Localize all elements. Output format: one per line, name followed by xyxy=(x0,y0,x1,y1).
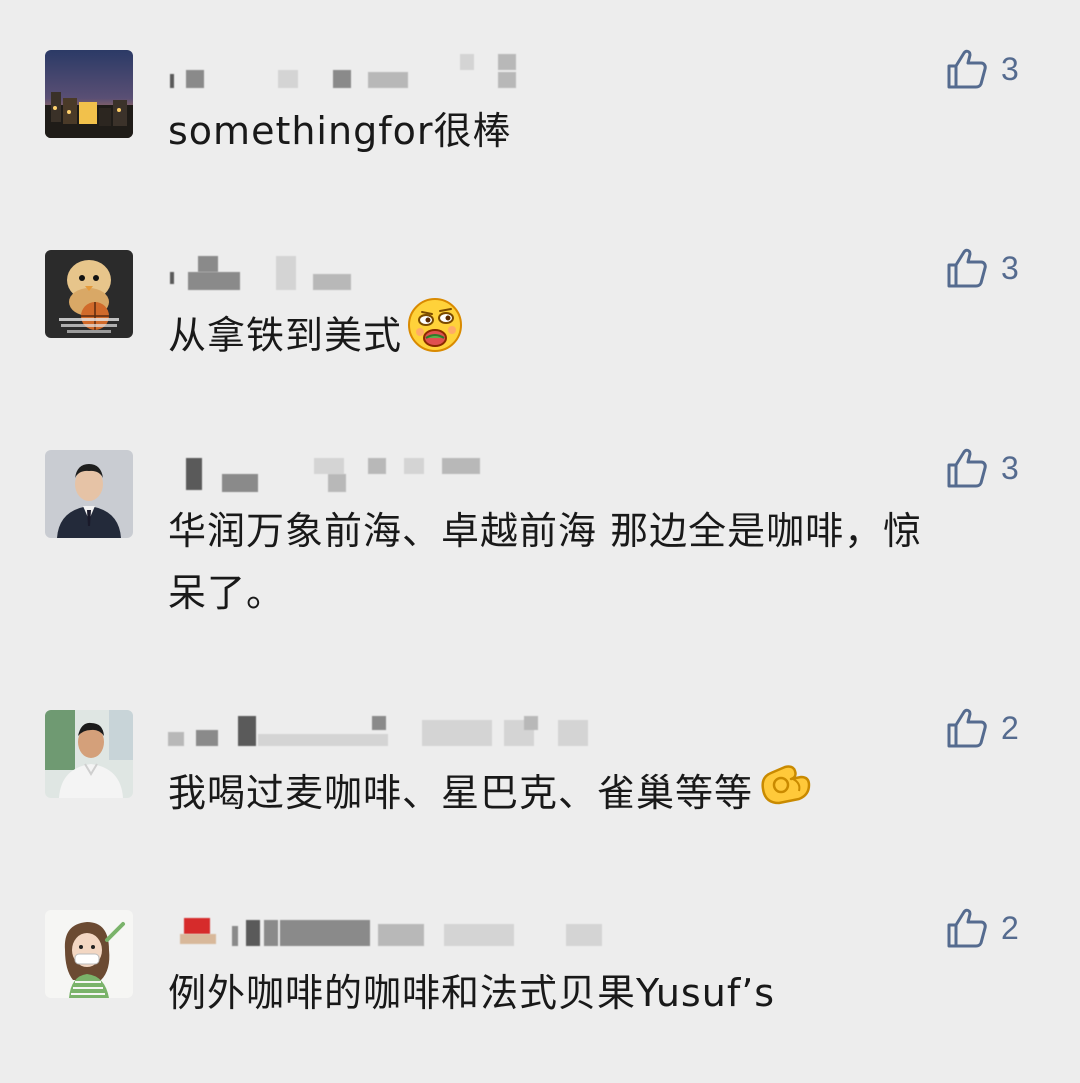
like-count: 2 xyxy=(1001,909,1019,946)
avatar-cartoon-girl-image xyxy=(45,910,133,998)
avatar[interactable] xyxy=(45,450,133,538)
comment-text: somethingfor很棒 xyxy=(168,109,512,153)
like-button[interactable]: 3 xyxy=(945,446,1019,490)
like-button[interactable]: 3 xyxy=(945,47,1019,91)
avatar-man-suit-image xyxy=(45,450,133,538)
comment-text: 例外咖啡的咖啡和法式贝果Yusuf’s xyxy=(168,971,776,1015)
ok-hand-icon xyxy=(761,764,811,804)
comment-text: 我喝过麦咖啡、星巴克、雀巢等等 xyxy=(168,762,968,829)
like-count: 3 xyxy=(1001,50,1019,87)
like-count: 2 xyxy=(1001,709,1019,746)
thumbs-up-icon xyxy=(947,448,987,488)
comment-text: 从拿铁到美式 xyxy=(168,298,968,376)
author-name-redacted xyxy=(168,712,648,758)
thumbs-up-icon xyxy=(947,248,987,288)
like-count: 3 xyxy=(1001,249,1019,286)
author-name-redacted xyxy=(168,458,648,504)
smirk-face-emoji xyxy=(406,296,464,372)
thumbs-up-icon xyxy=(947,908,987,948)
thumbs-up-icon xyxy=(947,49,987,89)
ok-hand-emoji xyxy=(757,759,815,825)
avatar-chick-basketball-image xyxy=(45,250,133,338)
smirk-face-icon xyxy=(408,298,463,352)
like-button[interactable]: 3 xyxy=(945,246,1019,290)
like-button[interactable]: 2 xyxy=(945,906,1019,950)
author-name-redacted xyxy=(168,912,648,958)
avatar[interactable] xyxy=(45,710,133,798)
comment-text: 华润万象前海、卓越前海 那边全是咖啡，惊呆了。 xyxy=(168,509,923,615)
avatar-night-city-image xyxy=(45,50,133,138)
avatar-man-white-shirt-image xyxy=(45,710,133,798)
like-count: 3 xyxy=(1001,449,1019,486)
thumbs-up-icon xyxy=(947,708,987,748)
like-button[interactable]: 2 xyxy=(945,706,1019,750)
avatar[interactable] xyxy=(45,910,133,998)
avatar[interactable] xyxy=(45,250,133,338)
avatar[interactable] xyxy=(45,50,133,138)
